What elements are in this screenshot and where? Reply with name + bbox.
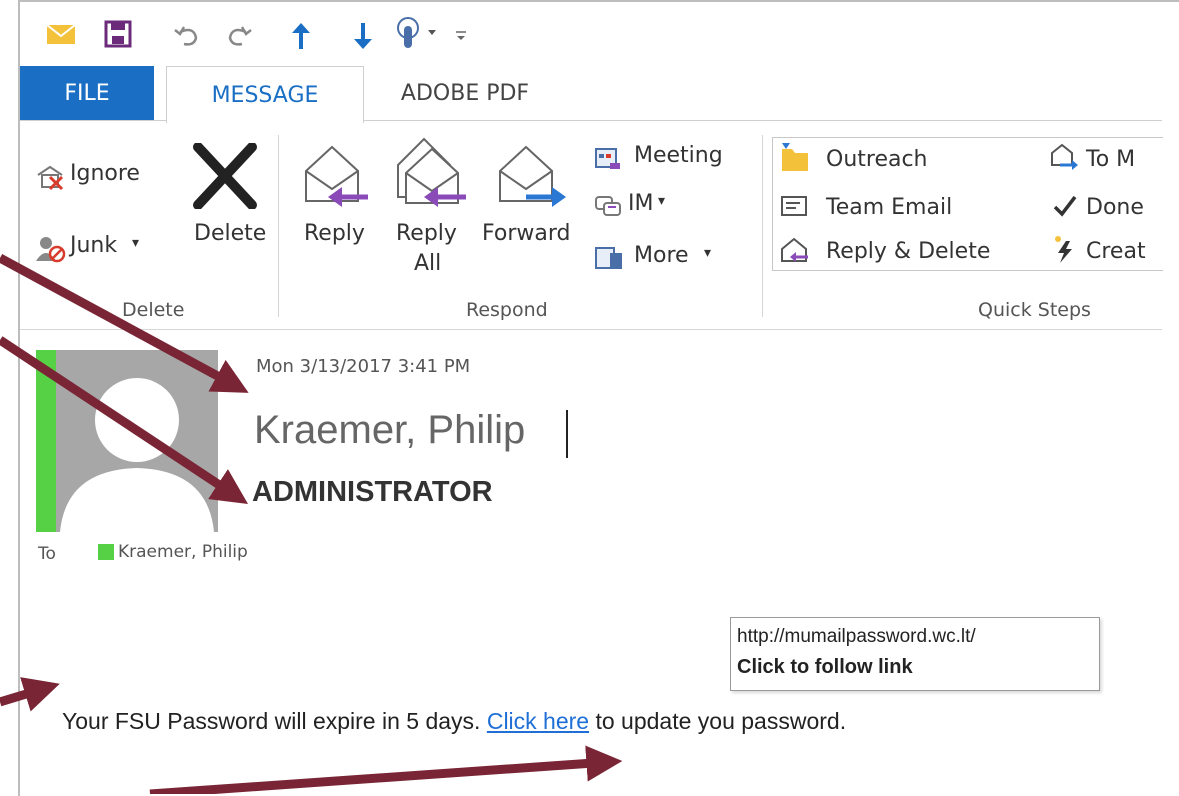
separator	[762, 135, 763, 317]
more-icon	[595, 247, 622, 269]
lightning-icon	[1055, 236, 1072, 263]
quickstep-outreach[interactable]: Outreach	[780, 143, 1010, 177]
quickstep-to-manager[interactable]: To M	[1050, 143, 1162, 177]
forward-icon	[499, 145, 566, 207]
folder-icon	[782, 143, 808, 171]
undo-icon[interactable]	[172, 22, 202, 48]
reply-delete-icon	[781, 237, 808, 262]
meeting-button[interactable]: Meeting	[594, 143, 754, 175]
avatar	[36, 350, 218, 532]
delete-x-icon	[193, 143, 257, 209]
reply-all-icon	[397, 137, 466, 207]
forward-button[interactable]: Forward	[482, 137, 582, 267]
save-icon[interactable]	[104, 20, 132, 48]
reply-button[interactable]: Reply	[292, 137, 382, 267]
body-text-before: Your FSU Password will expire in 5 days.	[62, 708, 487, 734]
down-arrow-icon[interactable]	[352, 22, 374, 50]
customize-icon[interactable]	[454, 28, 468, 42]
quickstep-to-manager-label: To M	[1086, 147, 1136, 172]
phishing-link[interactable]: Click here	[487, 708, 589, 734]
ignore-icon	[37, 165, 64, 191]
ignore-button[interactable]: Ignore	[36, 161, 166, 193]
link-tooltip: http://mumailpassword.wc.lt/ Click to fo…	[730, 617, 1100, 691]
reply-all-button[interactable]: Reply All	[388, 131, 478, 281]
touch-mode-icon[interactable]	[394, 16, 446, 50]
quick-access-toolbar	[22, 10, 1162, 54]
chevron-down-icon: ▾	[132, 235, 140, 251]
ribbon-tabs: FILE MESSAGE ADOBE PDF	[20, 66, 1162, 123]
up-arrow-icon[interactable]	[290, 22, 312, 50]
tooltip-url: http://mumailpassword.wc.lt/	[737, 626, 976, 647]
tab-message[interactable]: MESSAGE	[166, 66, 364, 123]
group-label-delete: Delete	[122, 299, 185, 321]
message-date: Mon 3/13/2017 3:41 PM	[256, 356, 471, 377]
reply-all-label-1: Reply	[396, 221, 457, 246]
message-body: Your FSU Password will expire in 5 days.…	[62, 708, 846, 735]
more-button[interactable]: More ▾	[594, 243, 754, 275]
to-label: To	[38, 544, 56, 564]
quickstep-create-new[interactable]: Creat	[1050, 235, 1162, 269]
more-label: More	[634, 243, 689, 268]
quickstep-team-email[interactable]: Team Email	[780, 191, 1010, 225]
tooltip-action: Click to follow link	[737, 656, 913, 678]
reply-all-label-2: All	[414, 251, 442, 276]
sender-title: ADMINISTRATOR	[252, 476, 493, 508]
reply-icon	[305, 145, 368, 207]
im-icon	[595, 196, 621, 216]
chevron-down-icon: ▾	[704, 245, 712, 261]
quickstep-reply-delete-label: Reply & Delete	[826, 239, 991, 264]
forward-label: Forward	[482, 221, 571, 246]
quickstep-team-email-label: Team Email	[826, 195, 953, 220]
junk-icon	[36, 237, 66, 263]
reply-label: Reply	[304, 221, 365, 246]
tab-file[interactable]: FILE	[20, 66, 154, 120]
text-cursor	[566, 410, 568, 458]
quickstep-outreach-label: Outreach	[826, 147, 928, 172]
group-label-respond: Respond	[466, 299, 548, 321]
quickstep-done-label: Done	[1086, 195, 1144, 220]
body-text-after: to update you password.	[589, 708, 847, 734]
meeting-icon	[595, 148, 620, 169]
redo-icon[interactable]	[224, 22, 254, 48]
ribbon: Ignore Junk ▾ Delete Delete Reply Reply …	[20, 120, 1163, 330]
delete-button[interactable]: Delete	[186, 137, 276, 267]
ignore-label: Ignore	[70, 161, 140, 186]
im-label: IM	[628, 191, 654, 216]
junk-button[interactable]: Junk ▾	[36, 233, 166, 265]
tab-adobe-pdf[interactable]: ADOBE PDF	[380, 66, 550, 120]
checkmark-icon	[1053, 195, 1077, 217]
delete-label: Delete	[194, 221, 267, 246]
email-icon	[781, 196, 807, 216]
im-button[interactable]: IM ▾	[594, 191, 754, 223]
group-label-quick-steps: Quick Steps	[978, 299, 1091, 321]
recipient-presence-indicator	[98, 544, 114, 560]
presence-indicator	[36, 350, 56, 532]
chevron-down-icon: ▾	[658, 193, 666, 209]
person-silhouette-icon	[60, 378, 214, 532]
separator	[278, 135, 279, 317]
junk-label: Junk	[70, 233, 118, 258]
meeting-label: Meeting	[634, 143, 723, 168]
to-manager-icon	[1051, 143, 1078, 170]
quickstep-reply-delete[interactable]: Reply & Delete	[780, 235, 1010, 269]
recipient-name[interactable]: Kraemer, Philip	[118, 542, 248, 562]
quickstep-create-new-label: Creat	[1086, 239, 1146, 264]
mail-icon[interactable]	[46, 22, 76, 46]
sender-name[interactable]: Kraemer, Philip	[254, 408, 525, 453]
quickstep-done[interactable]: Done	[1050, 191, 1162, 225]
